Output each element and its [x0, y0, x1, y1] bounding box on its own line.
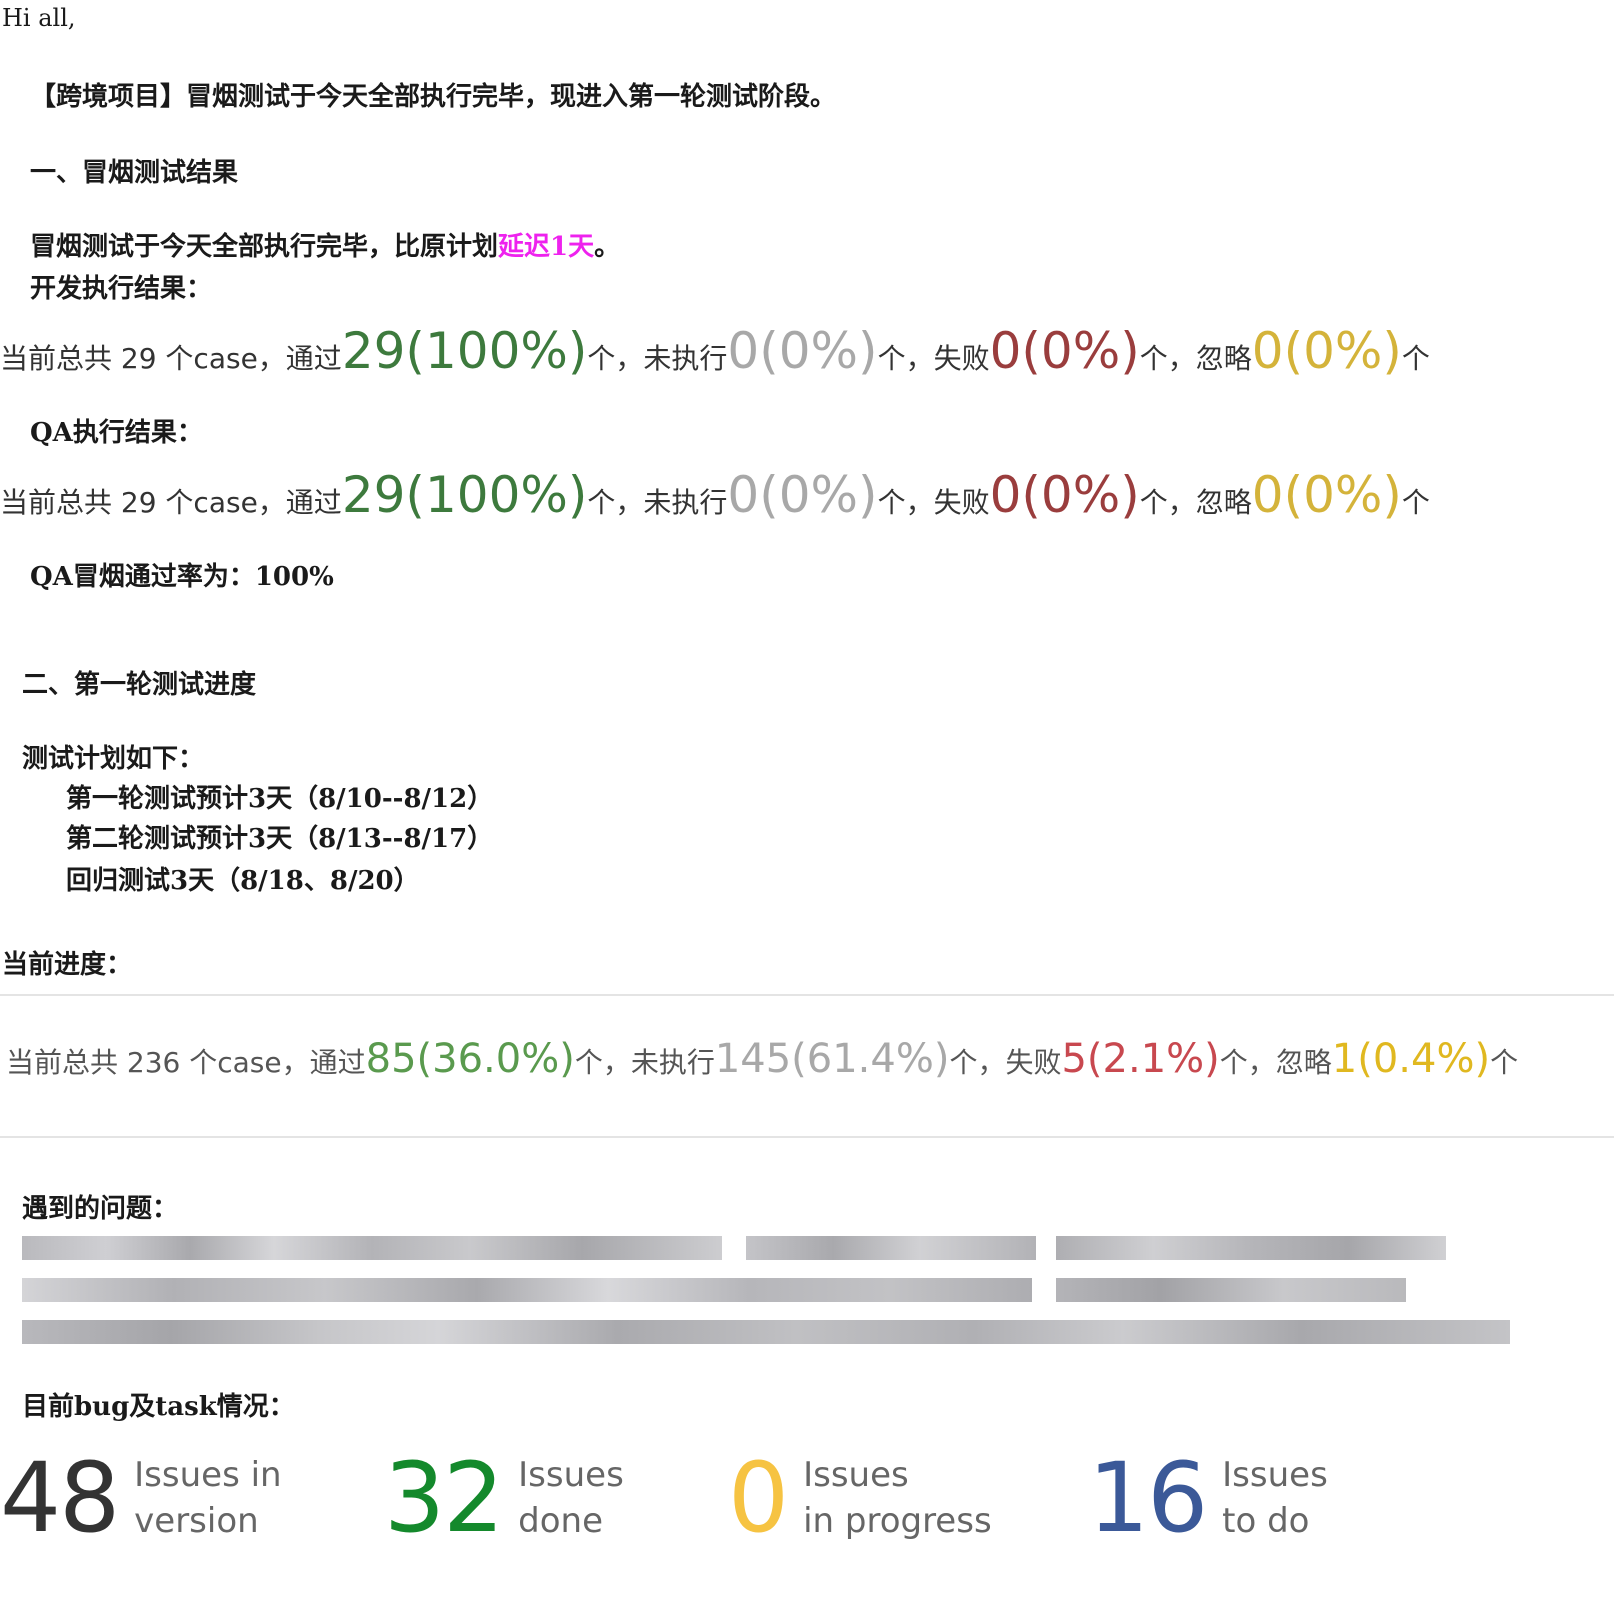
dev-stats-t3: 个，忽略: [1139, 342, 1252, 375]
plan-item: 回归测试3天（8/18、8/20）: [66, 866, 420, 896]
summary-issues-in-version[interactable]: 48 Issues in version: [0, 1450, 282, 1546]
dev-stats-line: 当前总共 29 个case，通过 29(100%) 个，未执行 0(0%) 个，…: [0, 322, 1430, 380]
smoke-summary-paragraph: 冒烟测试于今天全部执行完毕，比原计划延迟1天。: [30, 226, 620, 263]
qa-pass-value: 29(100%): [341, 466, 588, 524]
current-pass-value: 85(36.0%): [365, 1036, 575, 1082]
delay-highlight: 延迟1天: [498, 232, 595, 262]
plan-label: 测试计划如下：: [22, 744, 205, 774]
summary-issues-done[interactable]: 32 Issues done: [384, 1450, 624, 1546]
redacted-row: [1056, 1278, 1406, 1302]
qa-result-label: QA执行结果：: [30, 418, 203, 448]
current-stats-t2: 个，失败: [949, 1046, 1062, 1079]
current-stats-t1: 个，未执行: [574, 1046, 715, 1079]
current-stats-t4: 个: [1490, 1046, 1519, 1079]
summary-label: Issues in version: [134, 1455, 282, 1541]
summary-count: 0: [728, 1442, 789, 1554]
section-2-heading: 二、第一轮测试进度: [22, 670, 257, 700]
summary-label: Issues done: [518, 1455, 624, 1541]
redacted-row: [22, 1278, 1032, 1302]
issues-label: 遇到的问题：: [22, 1194, 179, 1224]
dev-stats-t2: 个，失败: [877, 342, 990, 375]
summary-issues-in-progress[interactable]: 0 Issues in progress: [728, 1450, 992, 1546]
current-progress-label: 当前进度：: [2, 950, 133, 980]
current-stats-t3: 个，忽略: [1219, 1046, 1332, 1079]
summary-label: Issues to do: [1222, 1455, 1328, 1541]
dev-stats-prefix: 当前总共 29 个case，通过: [0, 342, 342, 375]
redacted-row: [22, 1236, 722, 1260]
qa-pass-rate: QA冒烟通过率为：100%: [30, 562, 334, 592]
qa-stats-t2: 个，失败: [877, 486, 990, 519]
redacted-issues-block: [22, 1232, 1558, 1350]
smoke-summary-prefix: 冒烟测试于今天全部执行完毕，比原计划: [30, 232, 499, 262]
dev-fail-value: 0(0%): [989, 322, 1140, 380]
summary-count: 48: [0, 1442, 120, 1554]
qa-stats-line: 当前总共 29 个case，通过 29(100%) 个，未执行 0(0%) 个，…: [0, 466, 1430, 524]
dev-ignore-value: 0(0%): [1251, 322, 1402, 380]
qa-ignore-value: 0(0%): [1251, 466, 1402, 524]
qa-stats-t4: 个: [1401, 486, 1430, 519]
summary-label: Issues in progress: [803, 1455, 992, 1541]
smoke-summary-suffix: 。: [594, 232, 621, 262]
qa-stats-prefix: 当前总共 29 个case，通过: [0, 486, 342, 519]
plan-item: 第二轮测试预计3天（8/13--8/17）: [66, 824, 494, 854]
plan-item: 第一轮测试预计3天（8/10--8/12）: [66, 784, 494, 814]
summary-count: 16: [1088, 1442, 1208, 1554]
divider-bottom: [0, 1136, 1614, 1138]
dev-stats-t1: 个，未执行: [587, 342, 728, 375]
redacted-row: [746, 1236, 1036, 1260]
current-stats-line: 当前总共 236 个case，通过 85(36.0%) 个，未执行 145(61…: [6, 1036, 1518, 1082]
current-stats-prefix: 当前总共 236 个case，通过: [6, 1046, 366, 1079]
current-notrun-value: 145(61.4%): [714, 1036, 950, 1082]
section-1-heading: 一、冒烟测试结果: [30, 158, 239, 188]
qa-notrun-value: 0(0%): [727, 466, 878, 524]
qa-stats-t3: 个，忽略: [1139, 486, 1252, 519]
summary-issues-to-do[interactable]: 16 Issues to do: [1088, 1450, 1328, 1546]
qa-fail-value: 0(0%): [989, 466, 1140, 524]
dev-notrun-value: 0(0%): [727, 322, 878, 380]
current-ignore-value: 1(0.4%): [1331, 1036, 1491, 1082]
greeting: Hi all,: [2, 4, 76, 32]
dev-pass-value: 29(100%): [341, 322, 588, 380]
redacted-row: [1056, 1236, 1446, 1260]
divider-top: [0, 994, 1614, 996]
dev-stats-t4: 个: [1401, 342, 1430, 375]
intro-line: 【跨境项目】冒烟测试于今天全部执行完毕，现进入第一轮测试阶段。: [30, 82, 837, 112]
qa-stats-t1: 个，未执行: [587, 486, 728, 519]
dev-result-label: 开发执行结果：: [30, 274, 213, 304]
bug-task-label: 目前bug及task情况：: [22, 1392, 295, 1422]
current-fail-value: 5(2.1%): [1061, 1036, 1220, 1082]
summary-count: 32: [384, 1442, 504, 1554]
redacted-row: [22, 1320, 1510, 1344]
